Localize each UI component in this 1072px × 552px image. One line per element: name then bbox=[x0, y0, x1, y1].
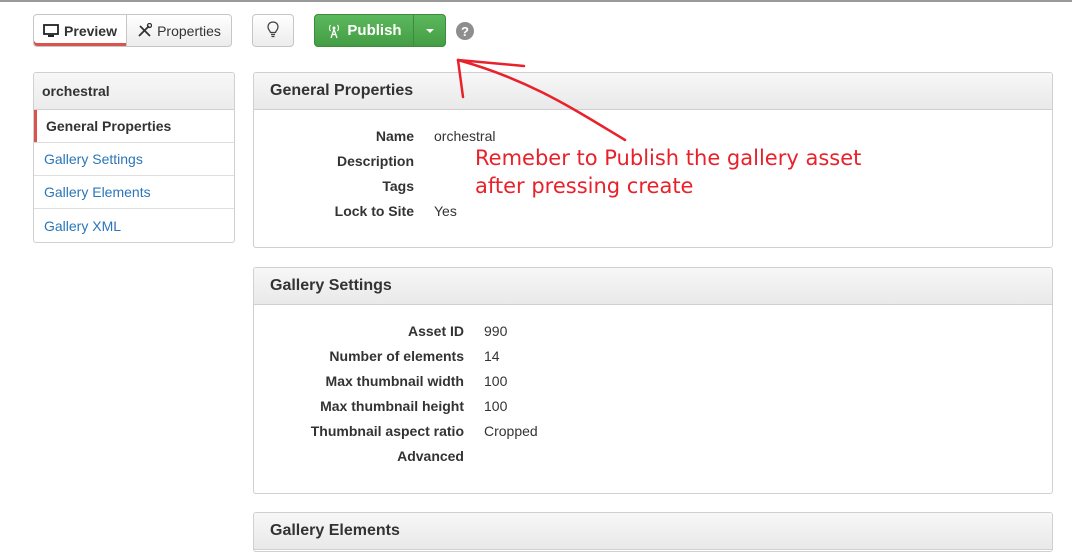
properties-label: Properties bbox=[157, 22, 221, 39]
setting-label: Advanced bbox=[397, 448, 464, 464]
setting-value: Cropped bbox=[484, 423, 538, 439]
property-value: orchestral bbox=[434, 128, 496, 144]
help-icon[interactable]: ? bbox=[456, 22, 474, 40]
setting-label: Thumbnail aspect ratio bbox=[310, 423, 464, 439]
setting-row: Advanced bbox=[254, 448, 1052, 473]
gallery-settings-title: Gallery Settings bbox=[254, 268, 1052, 305]
properties-tab-button[interactable]: Properties bbox=[126, 14, 232, 47]
top-border bbox=[0, 0, 1072, 2]
sidebar-nav: orchestral General Properties Gallery Se… bbox=[33, 72, 235, 243]
sidebar-item-gallery-xml[interactable]: Gallery XML bbox=[34, 209, 234, 242]
property-label: Lock to Site bbox=[334, 203, 414, 219]
annotation-note: Remeber to Publish the gallery asset aft… bbox=[475, 144, 861, 200]
setting-value: 100 bbox=[484, 398, 508, 414]
sidebar-item-general-properties[interactable]: General Properties bbox=[34, 110, 234, 143]
setting-value: 990 bbox=[484, 323, 508, 339]
setting-row: Max thumbnail height 100 bbox=[254, 398, 1052, 423]
lightbulb-icon bbox=[267, 20, 279, 41]
property-label: Name bbox=[375, 128, 414, 144]
setting-label: Number of elements bbox=[329, 348, 464, 364]
property-label: Tags bbox=[382, 178, 414, 194]
lightbulb-button[interactable] bbox=[252, 14, 294, 47]
property-row: Lock to Site Yes bbox=[254, 203, 1052, 228]
setting-row: Thumbnail aspect ratio Cropped bbox=[254, 423, 1052, 448]
general-properties-title: General Properties bbox=[254, 73, 1052, 110]
setting-row: Asset ID 990 bbox=[254, 323, 1052, 348]
setting-label: Max thumbnail height bbox=[320, 398, 464, 414]
publish-button[interactable]: Publish bbox=[314, 14, 414, 47]
gallery-settings-panel: Gallery Settings Asset ID 990 Number of … bbox=[253, 267, 1053, 494]
setting-row: Number of elements 14 bbox=[254, 348, 1052, 373]
preview-label: Preview bbox=[64, 22, 117, 39]
setting-value: 100 bbox=[484, 373, 508, 389]
setting-label: Max thumbnail width bbox=[325, 373, 464, 389]
monitor-icon bbox=[43, 23, 59, 38]
tools-icon bbox=[137, 23, 153, 38]
gallery-elements-panel: Gallery Elements bbox=[253, 512, 1053, 552]
setting-row: Max thumbnail width 100 bbox=[254, 373, 1052, 398]
sidebar-item-gallery-settings[interactable]: Gallery Settings bbox=[34, 143, 234, 176]
caret-down-icon bbox=[425, 28, 434, 33]
gallery-elements-title: Gallery Elements bbox=[254, 513, 1052, 550]
property-value: Yes bbox=[434, 203, 457, 219]
publish-label: Publish bbox=[347, 22, 402, 39]
sidebar-item-gallery-elements[interactable]: Gallery Elements bbox=[34, 176, 234, 209]
publish-dropdown-toggle[interactable] bbox=[413, 14, 446, 47]
setting-value: 14 bbox=[484, 348, 500, 364]
property-label: Description bbox=[336, 153, 414, 169]
preview-tab-button[interactable]: Preview bbox=[33, 14, 127, 47]
annotation-line-2: after pressing create bbox=[475, 174, 694, 198]
broadcast-icon bbox=[326, 23, 342, 39]
sidebar-title: orchestral bbox=[34, 73, 234, 110]
annotation-line-1: Remeber to Publish the gallery asset bbox=[475, 146, 862, 170]
setting-label: Asset ID bbox=[407, 323, 464, 339]
